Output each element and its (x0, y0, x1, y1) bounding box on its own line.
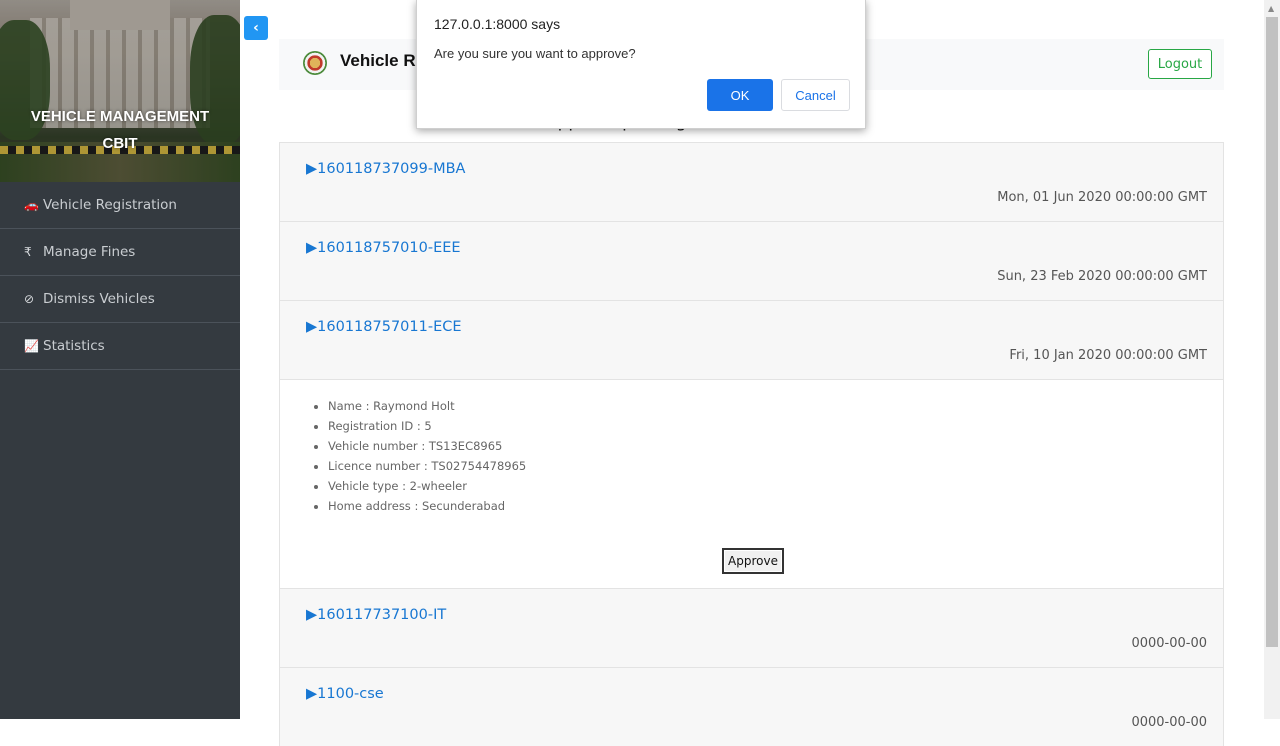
registration-id-link[interactable]: ▶160117737100-IT (306, 607, 446, 623)
sidebar-item-label: Manage Fines (43, 244, 136, 260)
chevron-left-icon: ‹ (253, 20, 259, 36)
registration-id-link[interactable]: ▶1100-cse (306, 686, 384, 702)
registration-id-link[interactable]: ▶160118757011-ECE (306, 319, 462, 335)
list-item[interactable]: ▶160118757011-ECE Fri, 10 Jan 2020 00:00… (279, 300, 1224, 379)
dialog-ok-button[interactable]: OK (707, 79, 773, 111)
scroll-up-arrow-icon[interactable]: ▲ (1268, 4, 1274, 13)
sidebar-nav: 🚗 Vehicle Registration ₹ Manage Fines ⊘ … (0, 182, 240, 370)
list-item[interactable]: ▶1100-cse 0000-00-00 (279, 667, 1224, 746)
detail-home-address: Home address : Secunderabad (328, 496, 1223, 516)
registration-date: Mon, 01 Jun 2020 00:00:00 GMT (997, 190, 1207, 205)
sidebar-item-statistics[interactable]: 📈 Statistics (0, 323, 240, 370)
sidebar-toggle-button[interactable]: ‹ (244, 16, 268, 40)
list-item[interactable]: ▶160117737100-IT 0000-00-00 (279, 588, 1224, 667)
registration-list: ▶160118737099-MBA Mon, 01 Jun 2020 00:00… (279, 142, 1224, 746)
list-item[interactable]: ▶160118757010-EEE Sun, 23 Feb 2020 00:00… (279, 221, 1224, 300)
sidebar-title: VEHICLE MANAGEMENT CBIT (0, 103, 240, 157)
registration-date: 0000-00-00 (1131, 636, 1207, 651)
sidebar-title-line2: CBIT (102, 135, 138, 152)
confirm-dialog: 127.0.0.1:8000 says Are you sure you wan… (416, 0, 866, 129)
dialog-cancel-button[interactable]: Cancel (781, 79, 850, 111)
sidebar: VEHICLE MANAGEMENT CBIT 🚗 Vehicle Regist… (0, 0, 240, 719)
ban-icon: ⊘ (24, 292, 35, 306)
line-chart-icon: 📈 (24, 339, 39, 353)
registration-details: Name : Raymond Holt Registration ID : 5 … (279, 379, 1224, 588)
detail-licence-number: Licence number : TS02754478965 (328, 456, 1223, 476)
car-icon: 🚗 (24, 198, 39, 212)
scrollbar-thumb[interactable] (1266, 17, 1278, 647)
approve-button[interactable]: Approve (722, 548, 784, 574)
detail-vehicle-number: Vehicle number : TS13EC8965 (328, 436, 1223, 456)
dialog-message: Are you sure you want to approve? (434, 46, 636, 61)
details-list: Name : Raymond Holt Registration ID : 5 … (280, 380, 1223, 516)
college-logo-icon (303, 51, 327, 75)
sidebar-item-label: Vehicle Registration (43, 197, 177, 213)
sidebar-item-vehicle-registration[interactable]: 🚗 Vehicle Registration (0, 182, 240, 229)
sidebar-item-label: Dismiss Vehicles (43, 291, 155, 307)
logout-button[interactable]: Logout (1148, 49, 1212, 79)
registration-date: Sun, 23 Feb 2020 00:00:00 GMT (997, 269, 1207, 284)
registration-date: 0000-00-00 (1131, 715, 1207, 730)
detail-vehicle-type: Vehicle type : 2-wheeler (328, 476, 1223, 496)
registration-id-link[interactable]: ▶160118757010-EEE (306, 240, 461, 256)
sidebar-title-line1: VEHICLE MANAGEMENT (30, 108, 210, 125)
navbar-brand[interactable]: Vehicle Re (340, 51, 425, 71)
detail-name: Name : Raymond Holt (328, 396, 1223, 416)
list-item[interactable]: ▶160118737099-MBA Mon, 01 Jun 2020 00:00… (279, 142, 1224, 221)
sidebar-header-image: VEHICLE MANAGEMENT CBIT (0, 0, 240, 182)
dialog-title: 127.0.0.1:8000 says (434, 16, 561, 32)
page-scrollbar[interactable]: ▲ (1264, 0, 1280, 719)
rupee-icon: ₹ (24, 245, 32, 259)
registration-date: Fri, 10 Jan 2020 00:00:00 GMT (1009, 348, 1207, 363)
sidebar-item-label: Statistics (43, 338, 105, 354)
sidebar-item-manage-fines[interactable]: ₹ Manage Fines (0, 229, 240, 276)
registration-id-link[interactable]: ▶160118737099-MBA (306, 161, 465, 177)
detail-registration-id: Registration ID : 5 (328, 416, 1223, 436)
sidebar-item-dismiss-vehicles[interactable]: ⊘ Dismiss Vehicles (0, 276, 240, 323)
